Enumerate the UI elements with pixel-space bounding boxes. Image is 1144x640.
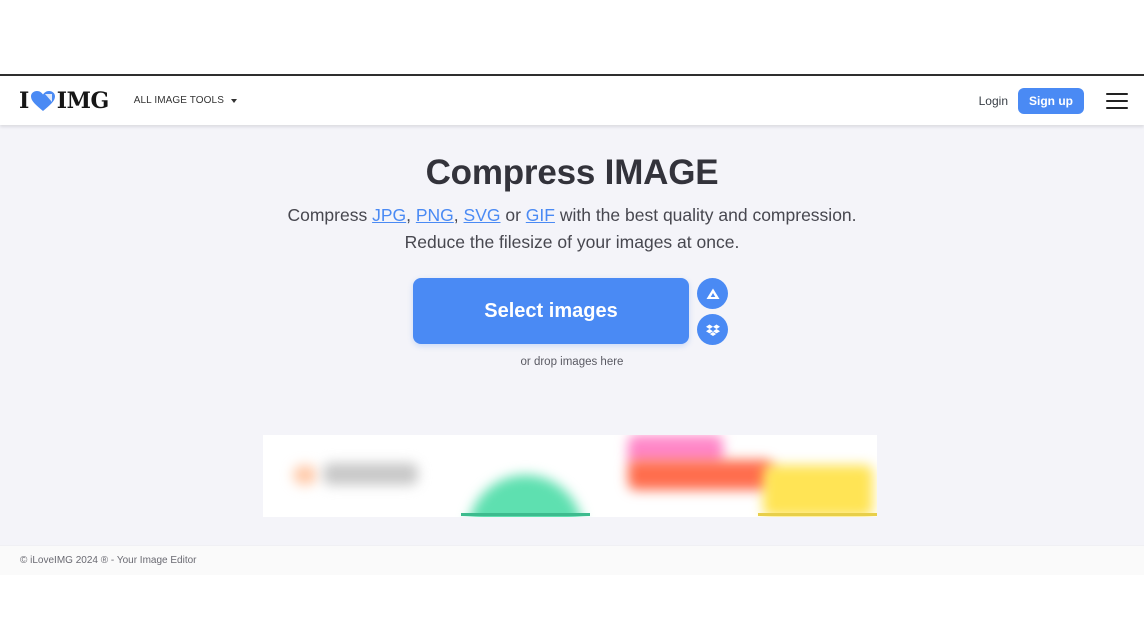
dropbox-icon — [705, 324, 720, 336]
green-underline — [461, 513, 590, 516]
blurred-shape — [323, 463, 418, 485]
separator: or — [500, 205, 526, 225]
login-link[interactable]: Login — [979, 94, 1008, 108]
main-content: Compress IMAGE Compress JPG, PNG, SVG or… — [0, 125, 1144, 545]
navbar: I IMG ALL IMAGE TOOLS Login Sign up — [0, 76, 1144, 125]
top-blank-area — [0, 0, 1144, 74]
upload-area: Select images — [412, 278, 732, 345]
hamburger-menu-icon[interactable] — [1106, 92, 1128, 109]
page-subtitle: Compress JPG, PNG, SVG or GIF with the b… — [0, 202, 1144, 256]
page-title: Compress IMAGE — [425, 153, 719, 192]
separator: , — [453, 205, 464, 225]
caret-down-icon — [230, 98, 237, 103]
all-image-tools-menu[interactable]: ALL IMAGE TOOLS — [134, 95, 237, 106]
heart-icon — [30, 90, 55, 111]
menu-line — [1106, 106, 1128, 109]
logo[interactable]: I IMG — [19, 88, 109, 114]
signup-button[interactable]: Sign up — [1018, 87, 1084, 114]
blurred-shape — [293, 465, 317, 485]
blurred-promo-preview — [263, 435, 877, 517]
menu-line — [1106, 92, 1128, 95]
separator: , — [406, 205, 416, 225]
logo-text-left: I — [19, 87, 29, 114]
footer: © iLoveIMG 2024 ® - Your Image Editor — [0, 545, 1144, 575]
dropbox-button[interactable] — [697, 314, 728, 345]
drop-hint: or drop images here — [520, 356, 624, 368]
select-images-button[interactable]: Select images — [413, 278, 689, 344]
yellow-underline — [758, 513, 877, 516]
format-link-png[interactable]: PNG — [416, 205, 454, 225]
subtitle-suffix: with the best quality and compression. — [554, 205, 857, 225]
google-drive-icon — [706, 288, 719, 299]
subtitle-line2: Reduce the filesize of your images at on… — [404, 232, 740, 252]
blurred-shape — [468, 475, 583, 517]
blurred-shape — [628, 460, 773, 490]
format-link-gif[interactable]: GIF — [526, 205, 555, 225]
format-link-jpg[interactable]: JPG — [372, 205, 406, 225]
subtitle-prefix: Compress — [287, 205, 373, 225]
copyright-text: © iLoveIMG 2024 ® - Your Image Editor — [20, 555, 197, 566]
all-image-tools-label: ALL IMAGE TOOLS — [133, 95, 224, 106]
menu-line — [1106, 99, 1128, 102]
google-drive-button[interactable] — [697, 278, 728, 309]
blurred-shape — [763, 465, 873, 517]
format-link-svg[interactable]: SVG — [464, 205, 501, 225]
logo-text-right: IMG — [56, 87, 109, 114]
